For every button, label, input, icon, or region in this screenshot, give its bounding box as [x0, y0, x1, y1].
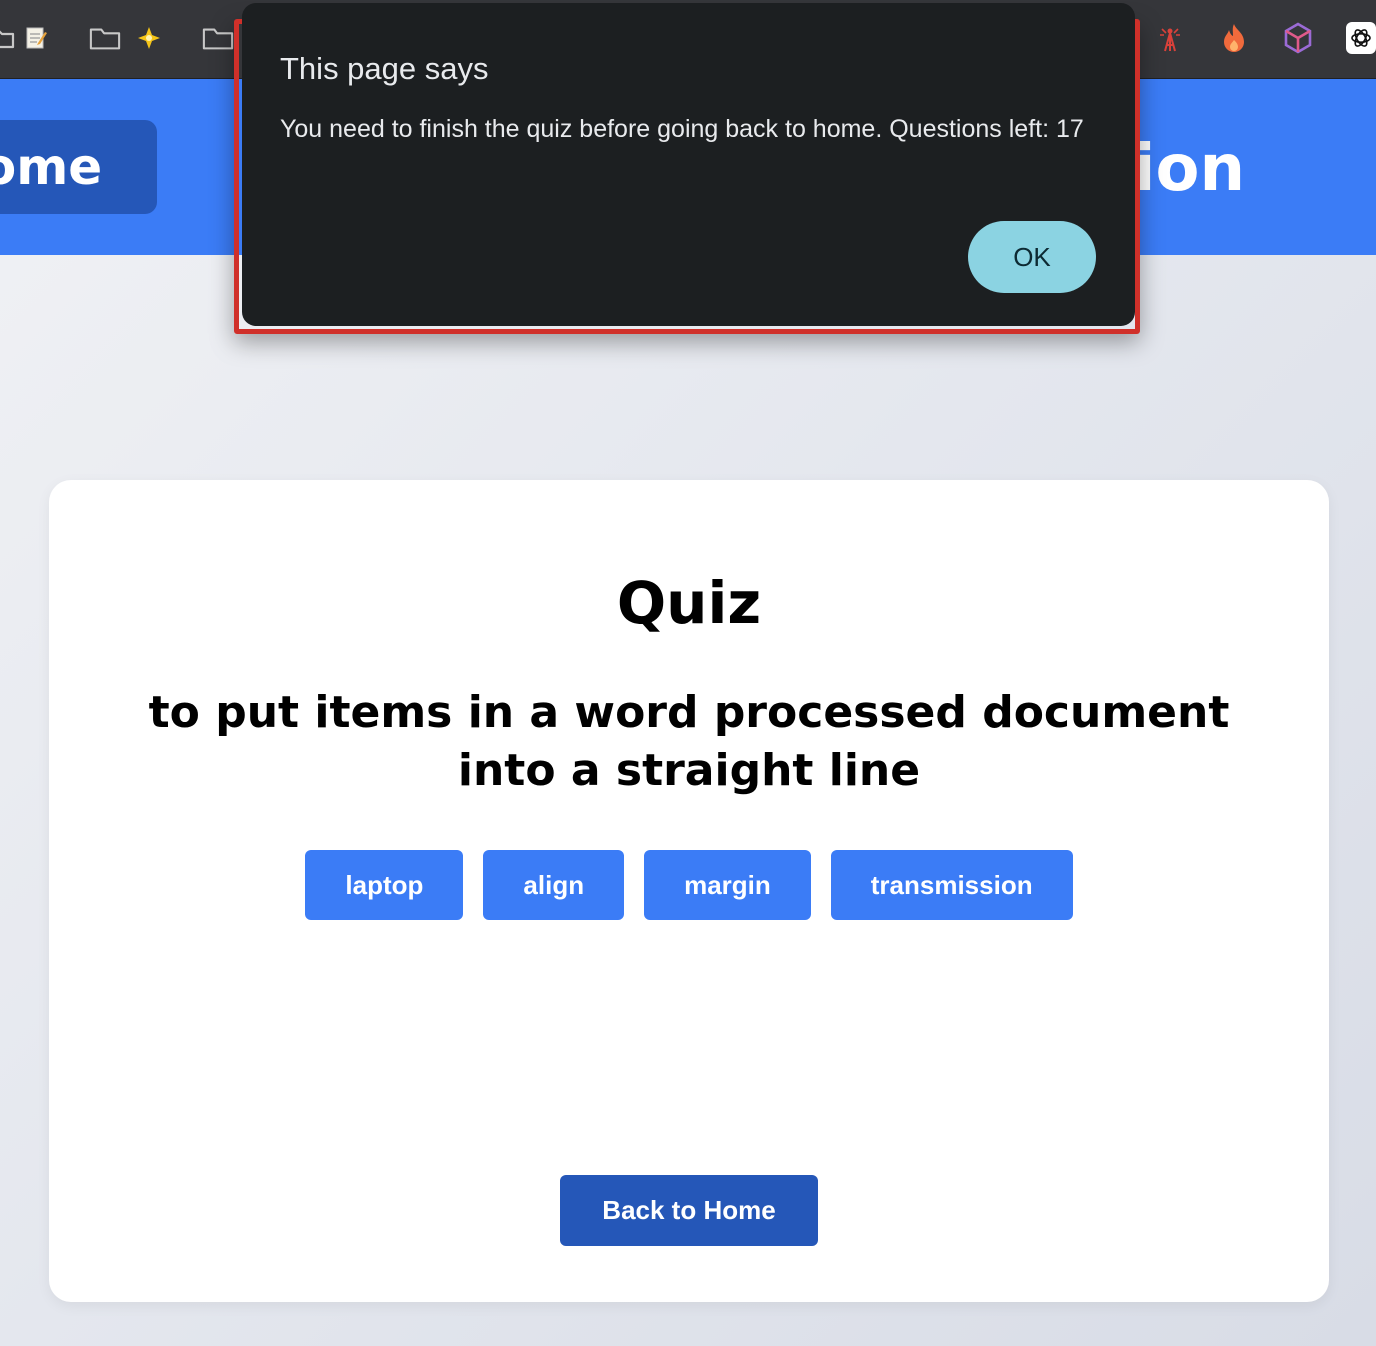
alert-dialog: This page says You need to finish the qu… — [242, 3, 1135, 326]
dialog-message: You need to finish the quiz before going… — [280, 115, 1084, 143]
folder-icon[interactable] — [0, 22, 18, 54]
answer-button-margin[interactable]: margin — [644, 850, 811, 920]
answer-button-laptop[interactable]: laptop — [305, 850, 464, 920]
home-nav-button[interactable]: Home — [0, 120, 157, 214]
quiz-question: to put items in a word processed documen… — [148, 687, 1230, 796]
answer-button-transmission[interactable]: transmission — [830, 850, 1073, 920]
antenna-icon[interactable] — [1154, 22, 1186, 54]
dialog-title: This page says — [280, 51, 489, 86]
folder-icon[interactable] — [89, 22, 121, 54]
quiz-title: Quiz — [616, 569, 762, 637]
answer-button-align[interactable]: align — [483, 850, 625, 920]
back-to-home-button[interactable]: Back to Home — [560, 1175, 818, 1246]
answer-options: laptop align margin transmission — [49, 850, 1329, 920]
fire-icon[interactable] — [1218, 22, 1250, 54]
openai-icon[interactable] — [1346, 22, 1376, 54]
notepad-icon[interactable] — [20, 22, 52, 54]
cube-icon[interactable] — [1282, 22, 1314, 54]
dialog-ok-button[interactable]: OK — [968, 221, 1096, 293]
star-icon[interactable] — [133, 22, 165, 54]
folder-icon[interactable] — [202, 22, 234, 54]
quiz-card: Quiz to put items in a word processed do… — [49, 480, 1329, 1302]
